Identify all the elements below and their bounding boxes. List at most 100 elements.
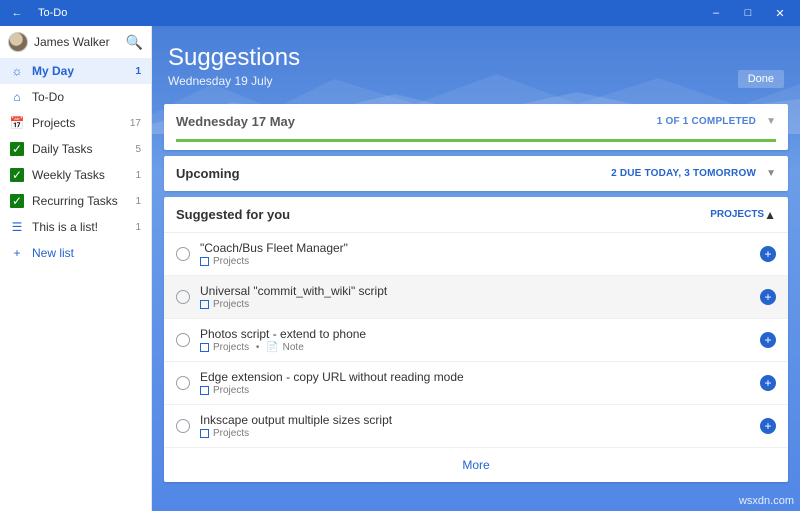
profile-row[interactable]: James Walker 🔍 [0,26,151,58]
sidebar-item-label: This is a list! [32,220,127,234]
search-icon[interactable]: 🔍 [126,34,143,51]
check-icon: ✓ [10,142,24,156]
close-button[interactable]: ✕ [764,7,796,20]
avatar [8,32,28,52]
more-button[interactable]: More [164,448,788,482]
watermark: wsxdn.com [739,495,794,507]
suggested-header[interactable]: Suggested for you PROJECTS ▲ [164,197,788,232]
chevron-down-icon: ▼ [766,168,776,179]
nav-list: ☼My Day1⌂To-Do📅Projects17✓Daily Tasks5✓W… [0,58,151,240]
note-label: Note [283,342,304,353]
app-body: James Walker 🔍 ☼My Day1⌂To-Do📅Projects17… [0,26,800,511]
suggested-item-sub: Projects [200,256,750,267]
suggested-item-list: Projects [213,256,249,267]
suggested-item-body: Inkscape output multiple sizes scriptPro… [200,413,750,439]
suggested-item[interactable]: Photos script - extend to phoneProjects … [164,319,788,362]
check-icon: ✓ [10,168,24,182]
suggested-list: "Coach/Bus Fleet Manager"Projects+Univer… [164,232,788,448]
sidebar-item-count: 1 [135,170,141,181]
add-to-day-button[interactable]: + [760,375,776,391]
titlebar: ← To-Do – □ ✕ [0,0,800,26]
past-section: Wednesday 17 May 1 OF 1 COMPLETED ▼ [164,104,788,150]
maximize-button[interactable]: □ [732,7,764,20]
main-pane: Suggestions Wednesday 19 July Done Wedne… [152,26,800,511]
upcoming-section-title: Upcoming [176,166,611,181]
sidebar-item-count: 1 [135,196,141,207]
complete-toggle[interactable] [176,333,190,347]
cal-icon: 📅 [10,116,24,130]
sidebar-item-label: To-Do [32,90,133,104]
suggested-item-body: Universal "commit_with_wiki" scriptProje… [200,284,750,310]
sidebar-item[interactable]: ✓ Daily Tasks 5 [0,136,151,162]
suggested-item-body: Photos script - extend to phoneProjects … [200,327,750,353]
add-to-day-button[interactable]: + [760,246,776,262]
chevron-down-icon: ▼ [766,116,776,127]
page-title: Suggestions [168,44,784,72]
upcoming-section-header[interactable]: Upcoming 2 DUE TODAY, 3 TOMORROW ▼ [164,156,788,191]
suggested-source: PROJECTS [706,209,764,220]
suggested-item-sub: Projects [200,385,750,396]
new-list-button[interactable]: + New list [0,240,151,266]
sidebar-item-label: Projects [32,116,122,130]
plus-icon: + [10,246,24,260]
suggested-source-label: PROJECTS [710,209,764,220]
window-controls: – □ ✕ [700,7,796,20]
sidebar-item-label: Weekly Tasks [32,168,127,182]
done-button[interactable]: Done [738,70,784,88]
complete-toggle[interactable] [176,376,190,390]
home-icon: ⌂ [10,90,24,104]
page-header: Suggestions Wednesday 19 July Done [164,26,788,98]
projects-icon [200,386,209,395]
past-section-meta: 1 OF 1 COMPLETED [657,116,756,127]
suggested-item-sub: Projects • 📄 Note [200,342,750,353]
complete-toggle[interactable] [176,247,190,261]
sidebar-item[interactable]: ☼My Day1 [0,58,151,84]
suggested-item-body: Edge extension - copy URL without readin… [200,370,750,396]
sidebar-item[interactable]: ✓ Weekly Tasks 1 [0,162,151,188]
complete-toggle[interactable] [176,290,190,304]
chevron-up-icon: ▲ [764,208,776,222]
projects-icon [200,429,209,438]
suggested-item-list: Projects [213,299,249,310]
back-button[interactable]: ← [4,7,30,19]
past-progress-fill [176,139,776,142]
suggested-item-title: Universal "commit_with_wiki" script [200,284,750,298]
add-to-day-button[interactable]: + [760,332,776,348]
projects-icon [200,257,209,266]
sidebar-item-count: 5 [135,144,141,155]
suggested-item-sub: Projects [200,428,750,439]
past-progress [176,139,776,142]
sidebar-item-count: 1 [135,222,141,233]
suggested-item-title: Inkscape output multiple sizes script [200,413,750,427]
sidebar-item[interactable]: ☰ This is a list! 1 [0,214,151,240]
suggested-item-title: Photos script - extend to phone [200,327,750,341]
profile-name: James Walker [34,35,120,49]
check-icon: ✓ [10,194,24,208]
suggested-item[interactable]: "Coach/Bus Fleet Manager"Projects + [164,233,788,276]
past-section-header[interactable]: Wednesday 17 May 1 OF 1 COMPLETED ▼ [164,104,788,139]
sidebar-item-label: Daily Tasks [32,142,127,156]
suggested-item[interactable]: Edge extension - copy URL without readin… [164,362,788,405]
suggested-item-list: Projects [213,385,249,396]
add-to-day-button[interactable]: + [760,289,776,305]
new-list-label: New list [32,246,141,260]
suggested-item-title: "Coach/Bus Fleet Manager" [200,241,750,255]
sidebar-item[interactable]: 📅Projects17 [0,110,151,136]
sidebar-item[interactable]: ✓ Recurring Tasks 1 [0,188,151,214]
projects-icon [200,300,209,309]
suggested-item[interactable]: Universal "commit_with_wiki" scriptProje… [164,276,788,319]
suggested-section: Suggested for you PROJECTS ▲ "Coach/Bus … [164,197,788,482]
suggested-item-body: "Coach/Bus Fleet Manager"Projects [200,241,750,267]
minimize-button[interactable]: – [700,7,732,20]
note-icon: 📄 [266,342,278,353]
suggested-item-list: Projects [213,342,249,353]
app-title: To-Do [38,7,700,19]
list-icon: ☰ [10,220,24,234]
sidebar-item[interactable]: ⌂ To-Do [0,84,151,110]
suggested-item-sub: Projects [200,299,750,310]
suggested-item[interactable]: Inkscape output multiple sizes scriptPro… [164,405,788,448]
complete-toggle[interactable] [176,419,190,433]
add-to-day-button[interactable]: + [760,418,776,434]
sidebar-item-label: My Day [32,64,127,78]
sidebar-item-label: Recurring Tasks [32,194,127,208]
